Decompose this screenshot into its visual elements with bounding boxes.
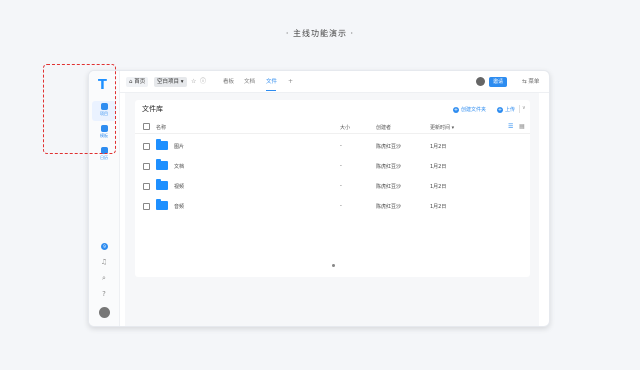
upload-label: 上传 — [505, 107, 516, 113]
row-checkbox[interactable] — [143, 143, 150, 150]
file-size: - — [340, 183, 342, 189]
create-folder-label: 创建文件夹 — [461, 107, 487, 113]
select-all-checkbox[interactable] — [143, 123, 150, 130]
file-creator: 陈虎红豆沙 — [376, 204, 402, 210]
folder-icon — [156, 139, 168, 150]
file-name[interactable]: 图片 — [174, 143, 184, 150]
sort-caret-icon: ▾ — [451, 125, 455, 131]
caret-down-icon: ▾ — [180, 79, 184, 85]
upload-dropdown-icon[interactable]: ∨ — [522, 105, 526, 111]
invite-button[interactable]: 邀请 — [489, 77, 507, 87]
file-updated: 1月2日 — [430, 164, 447, 170]
menu-label: 菜单 — [528, 79, 540, 85]
file-updated: 1月2日 — [430, 204, 447, 210]
active-tab-indicator — [266, 90, 276, 91]
info-icon[interactable]: ⓘ — [200, 77, 206, 87]
highlight-annotation — [43, 64, 116, 154]
button-divider — [519, 105, 520, 113]
sidebar-item-label: 日历 — [100, 155, 108, 160]
table-row[interactable]: 图片 - 陈虎红豆沙 1月2日 — [135, 136, 530, 156]
main-content: 文件库 +创建文件夹 +上传 ∨ 名称 大小 创建者 更新时间 ▾ ☰ ▦ — [125, 93, 539, 326]
library-title: 文件库 — [142, 105, 163, 113]
user-avatar[interactable] — [99, 307, 110, 318]
bell-icon[interactable]: ♫ — [98, 256, 110, 268]
table-row[interactable]: 文档 - 陈虎红豆沙 1月2日 — [135, 156, 530, 176]
table-header: 名称 大小 创建者 更新时间 ▾ ☰ ▦ — [135, 120, 530, 134]
folder-icon — [156, 199, 168, 210]
search-icon[interactable]: ⌕ — [98, 272, 110, 284]
row-checkbox[interactable] — [143, 183, 150, 190]
col-name[interactable]: 名称 — [156, 124, 166, 131]
menu-icon: ⇆ — [522, 79, 527, 85]
menu-button[interactable]: ⇆ 菜单 — [522, 77, 539, 87]
row-checkbox[interactable] — [143, 203, 150, 210]
file-updated: 1月2日 — [430, 144, 447, 150]
plus-icon: + — [497, 106, 503, 113]
project-label: 空白项目 — [157, 79, 180, 85]
file-creator: 陈虎红豆沙 — [376, 184, 402, 190]
file-creator: 陈虎红豆沙 — [376, 164, 402, 170]
create-folder-button[interactable]: + 创建文件夹 — [453, 106, 486, 113]
file-name[interactable]: 音频 — [174, 203, 184, 210]
tab-docs[interactable]: 文档 — [244, 77, 255, 87]
folder-icon — [156, 159, 168, 170]
home-icon: ⌂ — [129, 79, 133, 85]
grid-view-icon[interactable]: ▦ — [519, 123, 525, 130]
app-window: T 项目 模板 日历 9 ♫ ⌕ ? ⌂ 首页 空白项目 ▾ ☆ ⓘ 看板 文档 — [88, 70, 550, 327]
col-creator[interactable]: 创建者 — [376, 124, 391, 131]
col-size[interactable]: 大小 — [340, 124, 350, 131]
col-updated-label: 更新时间 — [430, 125, 451, 131]
file-size: - — [340, 163, 342, 169]
folder-icon — [156, 179, 168, 190]
file-name[interactable]: 视频 — [174, 183, 184, 190]
upload-button[interactable]: + 上传 — [497, 106, 515, 113]
file-library-card: 文件库 +创建文件夹 +上传 ∨ 名称 大小 创建者 更新时间 ▾ ☰ ▦ — [135, 100, 530, 277]
loading-dot — [332, 264, 335, 267]
table-row[interactable]: 音频 - 陈虎红豆沙 1月2日 — [135, 196, 530, 216]
tab-files[interactable]: 文件 — [266, 77, 277, 87]
star-icon[interactable]: ☆ — [191, 77, 196, 87]
top-bar: ⌂ 首页 空白项目 ▾ ☆ ⓘ 看板 文档 文件 + 邀请 ⇆ 菜单 — [120, 71, 549, 93]
page-banner: · 主线功能演示 · — [285, 29, 355, 38]
table-row[interactable]: 视频 - 陈虎红豆沙 1月2日 — [135, 176, 530, 196]
file-creator: 陈虎红豆沙 — [376, 144, 402, 150]
file-updated: 1月2日 — [430, 184, 447, 190]
project-selector[interactable]: 空白项目 ▾ — [154, 77, 187, 87]
plus-icon: + — [453, 106, 459, 113]
home-tab[interactable]: ⌂ 首页 — [126, 77, 149, 87]
help-icon[interactable]: ? — [98, 288, 110, 300]
add-tab-icon[interactable]: + — [288, 77, 293, 87]
list-view-icon[interactable]: ☰ — [508, 123, 513, 130]
col-updated[interactable]: 更新时间 ▾ — [430, 124, 454, 131]
home-label: 首页 — [134, 79, 146, 85]
file-size: - — [340, 203, 342, 209]
notification-badge[interactable]: 9 — [101, 243, 108, 250]
file-size: - — [340, 143, 342, 149]
member-avatar[interactable] — [476, 77, 485, 86]
row-checkbox[interactable] — [143, 163, 150, 170]
tab-board[interactable]: 看板 — [223, 77, 234, 87]
file-name[interactable]: 文档 — [174, 163, 184, 170]
